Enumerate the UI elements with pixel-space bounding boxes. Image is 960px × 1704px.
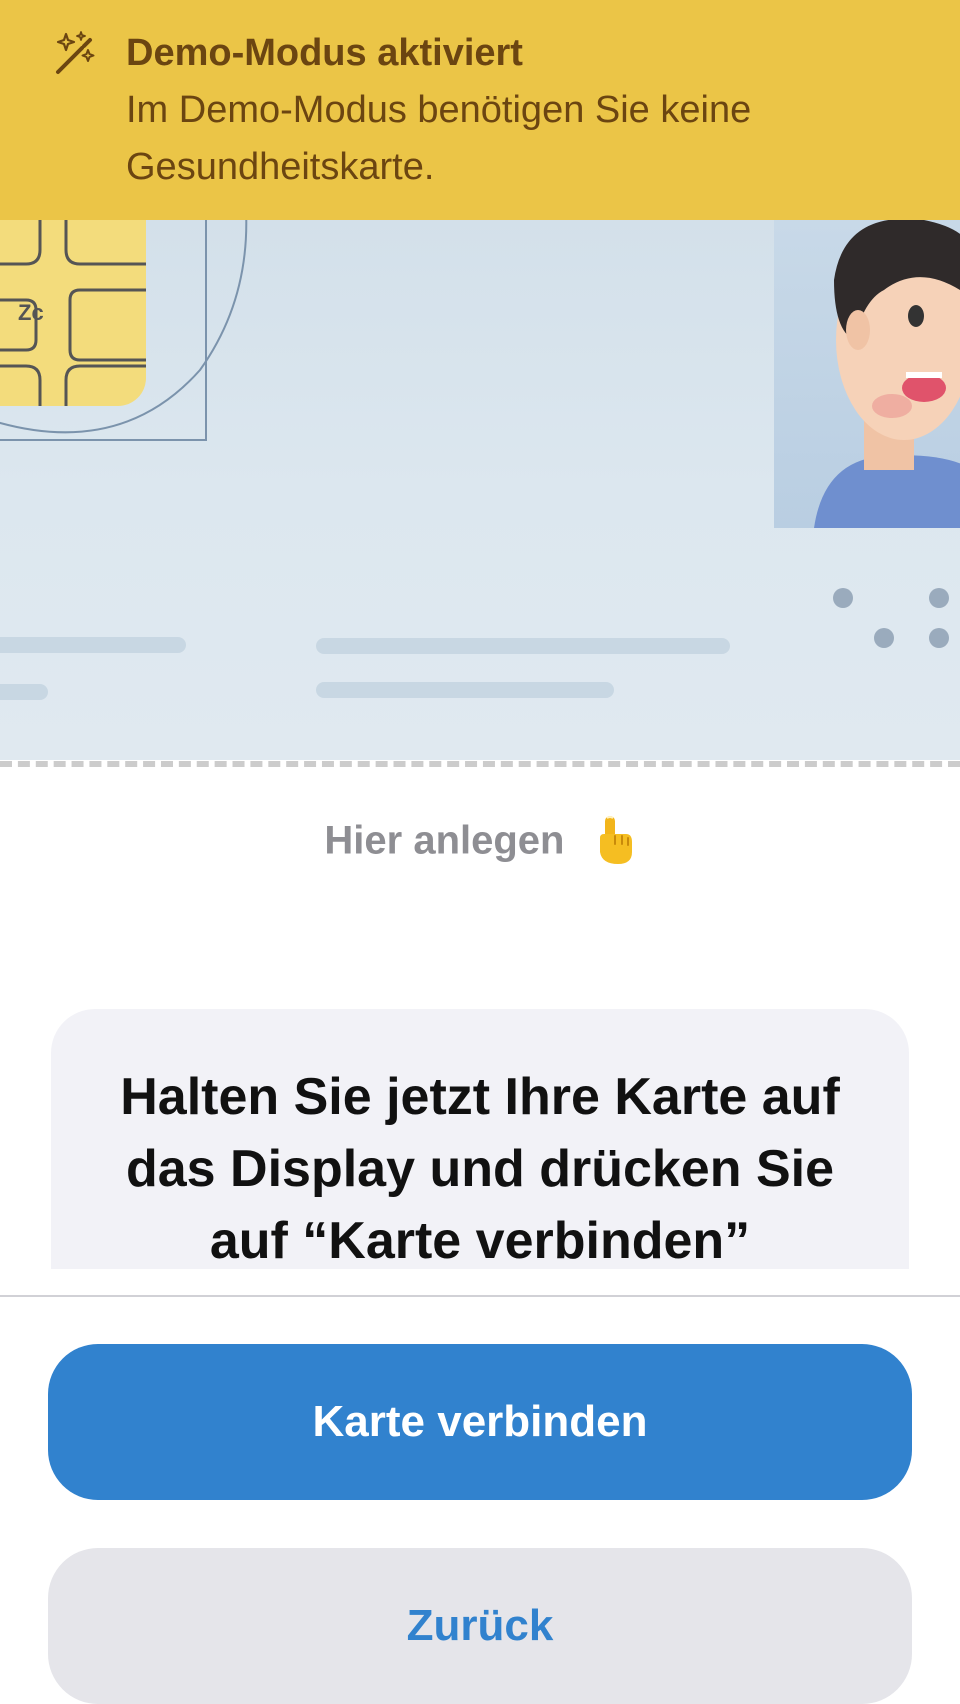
card-dot (833, 588, 853, 608)
card-dot (929, 588, 949, 608)
footer-divider (0, 1295, 960, 1297)
placement-hint: Hier anlegen (0, 808, 960, 870)
connect-card-button[interactable]: Karte verbinden (48, 1344, 912, 1500)
health-card-illustration: Zc (0, 220, 960, 760)
placement-guide-line (0, 761, 960, 767)
card-text-line (316, 682, 614, 698)
instruction-text: Halten Sie jetzt Ihre Karte auf das Disp… (120, 1068, 840, 1269)
demo-banner-description: Im Demo-Modus benötigen Sie keine Gesund… (126, 89, 752, 188)
pointing-finger-icon (599, 816, 632, 865)
person-avatar-icon (774, 220, 960, 528)
magic-wand-sparkles-icon (56, 31, 95, 74)
card-dot (929, 628, 949, 648)
instruction-card: Halten Sie jetzt Ihre Karte auf das Disp… (51, 1009, 909, 1269)
demo-banner-title: Demo-Modus aktiviert (126, 32, 523, 74)
card-dot (874, 628, 894, 648)
card-text-line (0, 637, 186, 653)
demo-mode-banner: Demo-Modus aktiviert Im Demo-Modus benöt… (0, 0, 960, 220)
back-button[interactable]: Zurück (48, 1548, 912, 1704)
card-text-line (0, 684, 48, 700)
card-text-line (316, 638, 730, 654)
placement-hint-label: Hier anlegen (324, 818, 565, 863)
